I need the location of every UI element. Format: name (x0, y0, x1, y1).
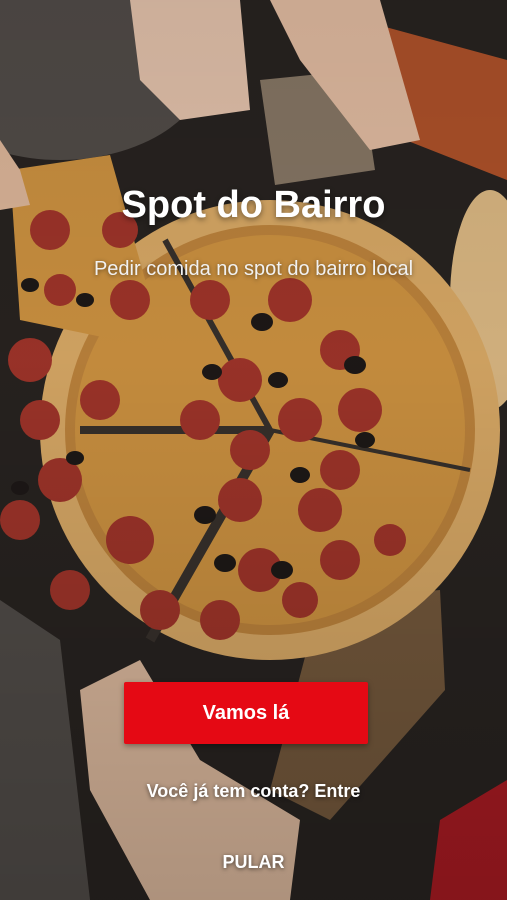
background-overlay (0, 0, 507, 900)
skip-button[interactable]: PULAR (0, 852, 507, 873)
get-started-button[interactable]: Vamos lá (124, 682, 368, 744)
app-title: Spot do Bairro (121, 184, 386, 226)
login-link[interactable]: Você já tem conta? Entre (0, 781, 507, 802)
onboarding-screen: Spot do Bairro Pedir comida no spot do b… (0, 0, 507, 900)
app-subtitle: Pedir comida no spot do bairro local (93, 258, 414, 280)
